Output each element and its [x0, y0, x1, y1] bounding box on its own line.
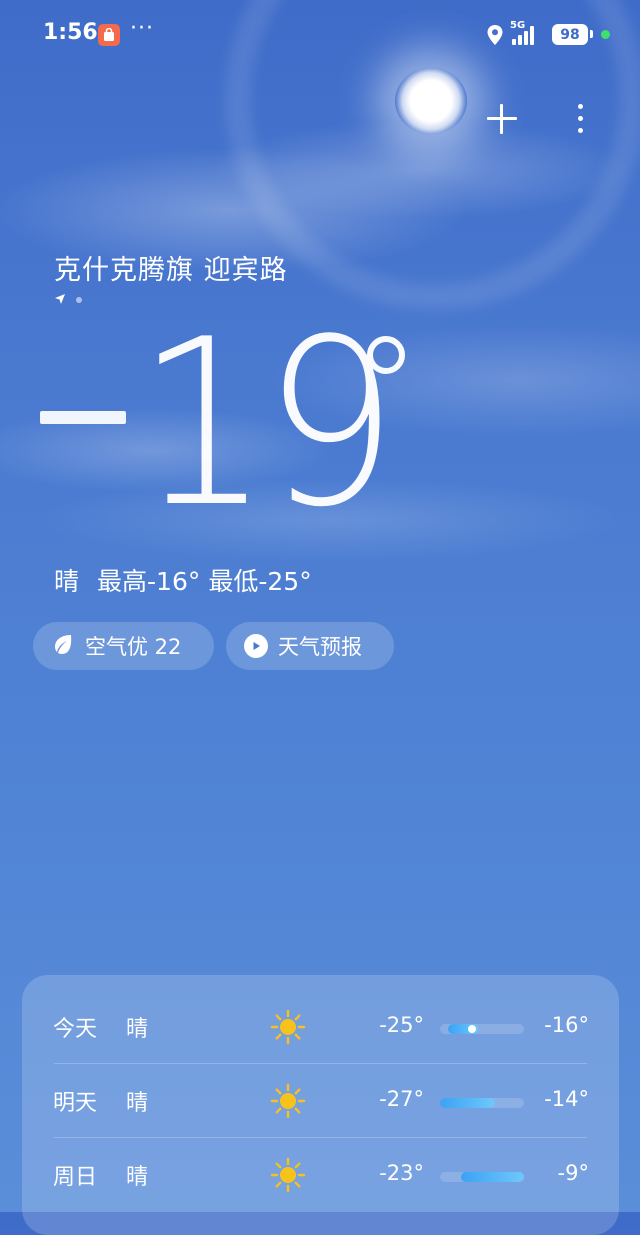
temperature-range-fill: [461, 1172, 524, 1182]
add-city-button[interactable]: [480, 96, 524, 140]
temperature-minus-sign: [40, 411, 126, 424]
status-bar: 1:56 ··· 5G 98: [0, 0, 640, 70]
sun-icon: [270, 1009, 306, 1045]
forecast-row-today[interactable]: 今天 晴 -25° -16°: [22, 989, 619, 1063]
weather-forecast-button[interactable]: 天气预报: [226, 622, 394, 670]
current-temperature-dot: [467, 1025, 476, 1033]
more-options-button[interactable]: [566, 96, 594, 140]
privacy-indicator-dot: [601, 30, 610, 39]
leaf-icon: [51, 632, 75, 661]
temperature-range-bar: [440, 1172, 524, 1182]
air-quality-label: 空气优 22: [85, 635, 182, 659]
sun-glare: [395, 68, 467, 134]
sun-icon: [270, 1157, 306, 1193]
forecast-low: -23°: [379, 1161, 424, 1185]
current-temperature: 19: [136, 291, 398, 558]
battery-level: 98: [560, 26, 580, 43]
forecast-high: -14°: [544, 1087, 589, 1111]
forecast-day: 周日: [53, 1165, 98, 1190]
weather-summary: 晴 最高-16° 最低-25°: [54, 562, 312, 598]
forecast-row-sunday[interactable]: 周日 晴 -23° -9°: [22, 1137, 619, 1211]
notification-app-icon: [98, 24, 120, 46]
temperature-range-bar: [440, 1024, 524, 1034]
forecast-condition: 晴: [126, 1017, 149, 1042]
weather-forecast-label: 天气预报: [278, 635, 362, 659]
location-pin-icon: [486, 24, 504, 50]
page-dot: [76, 296, 82, 303]
battery-icon: 98: [552, 24, 588, 45]
status-time: 1:56: [43, 20, 98, 45]
page-indicator: [54, 290, 82, 309]
forecast-condition: 晴: [126, 1091, 149, 1116]
low-temperature: 最低-25°: [208, 567, 312, 596]
forecast-day: 明天: [53, 1091, 98, 1116]
forecast-day: 今天: [53, 1017, 98, 1042]
temperature-range-fill: [440, 1098, 495, 1108]
play-icon: [244, 634, 268, 658]
sun-icon: [270, 1083, 306, 1119]
forecast-low: -27°: [379, 1087, 424, 1111]
daily-forecast-card[interactable]: 今天 晴 -25° -16° 明天 晴 -27° -14° 周日 晴 -23° …: [22, 975, 619, 1235]
forecast-high: -9°: [557, 1161, 589, 1185]
current-location-icon: [54, 290, 66, 309]
forecast-row-tomorrow[interactable]: 明天 晴 -27° -14°: [22, 1063, 619, 1137]
forecast-low: -25°: [379, 1013, 424, 1037]
high-temperature: 最高-16°: [97, 567, 201, 596]
air-quality-button[interactable]: 空气优 22: [33, 622, 214, 670]
battery-tip: [590, 30, 593, 38]
forecast-high: -16°: [544, 1013, 589, 1037]
signal-strength-icon: [512, 25, 534, 45]
more-notifications-icon: ···: [130, 16, 154, 41]
forecast-condition: 晴: [126, 1165, 149, 1190]
degree-symbol: [367, 336, 405, 374]
location-title[interactable]: 克什克腾旗 迎宾路: [54, 248, 288, 287]
temperature-range-bar: [440, 1098, 524, 1108]
current-condition: 晴: [54, 567, 80, 596]
